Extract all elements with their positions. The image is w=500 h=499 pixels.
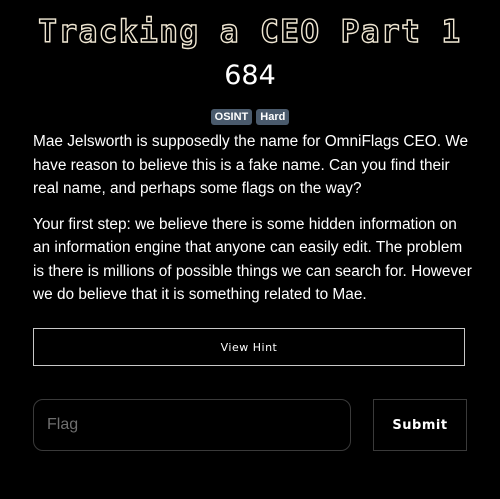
- description-paragraph: Mae Jelsworth is supposedly the name for…: [33, 133, 469, 197]
- tag-badge-difficulty: Hard: [256, 109, 290, 125]
- challenge-description: Mae Jelsworth is supposedly the name for…: [33, 130, 473, 307]
- challenge-points: 684: [224, 60, 276, 91]
- tag-badge-category: OSINT: [210, 109, 253, 125]
- submit-button[interactable]: Submit: [373, 399, 467, 451]
- view-hint-button[interactable]: View Hint: [33, 328, 465, 366]
- flag-input[interactable]: [33, 399, 351, 451]
- description-paragraph: Your first step: we believe there is som…: [33, 215, 472, 304]
- challenge-title: Tracking a CEO Part 1: [38, 13, 462, 50]
- challenge-tags: OSINT Hard: [0, 109, 500, 125]
- challenge-modal: Tracking a CEO Part 1 684 OSINT Hard Mae…: [0, 0, 500, 499]
